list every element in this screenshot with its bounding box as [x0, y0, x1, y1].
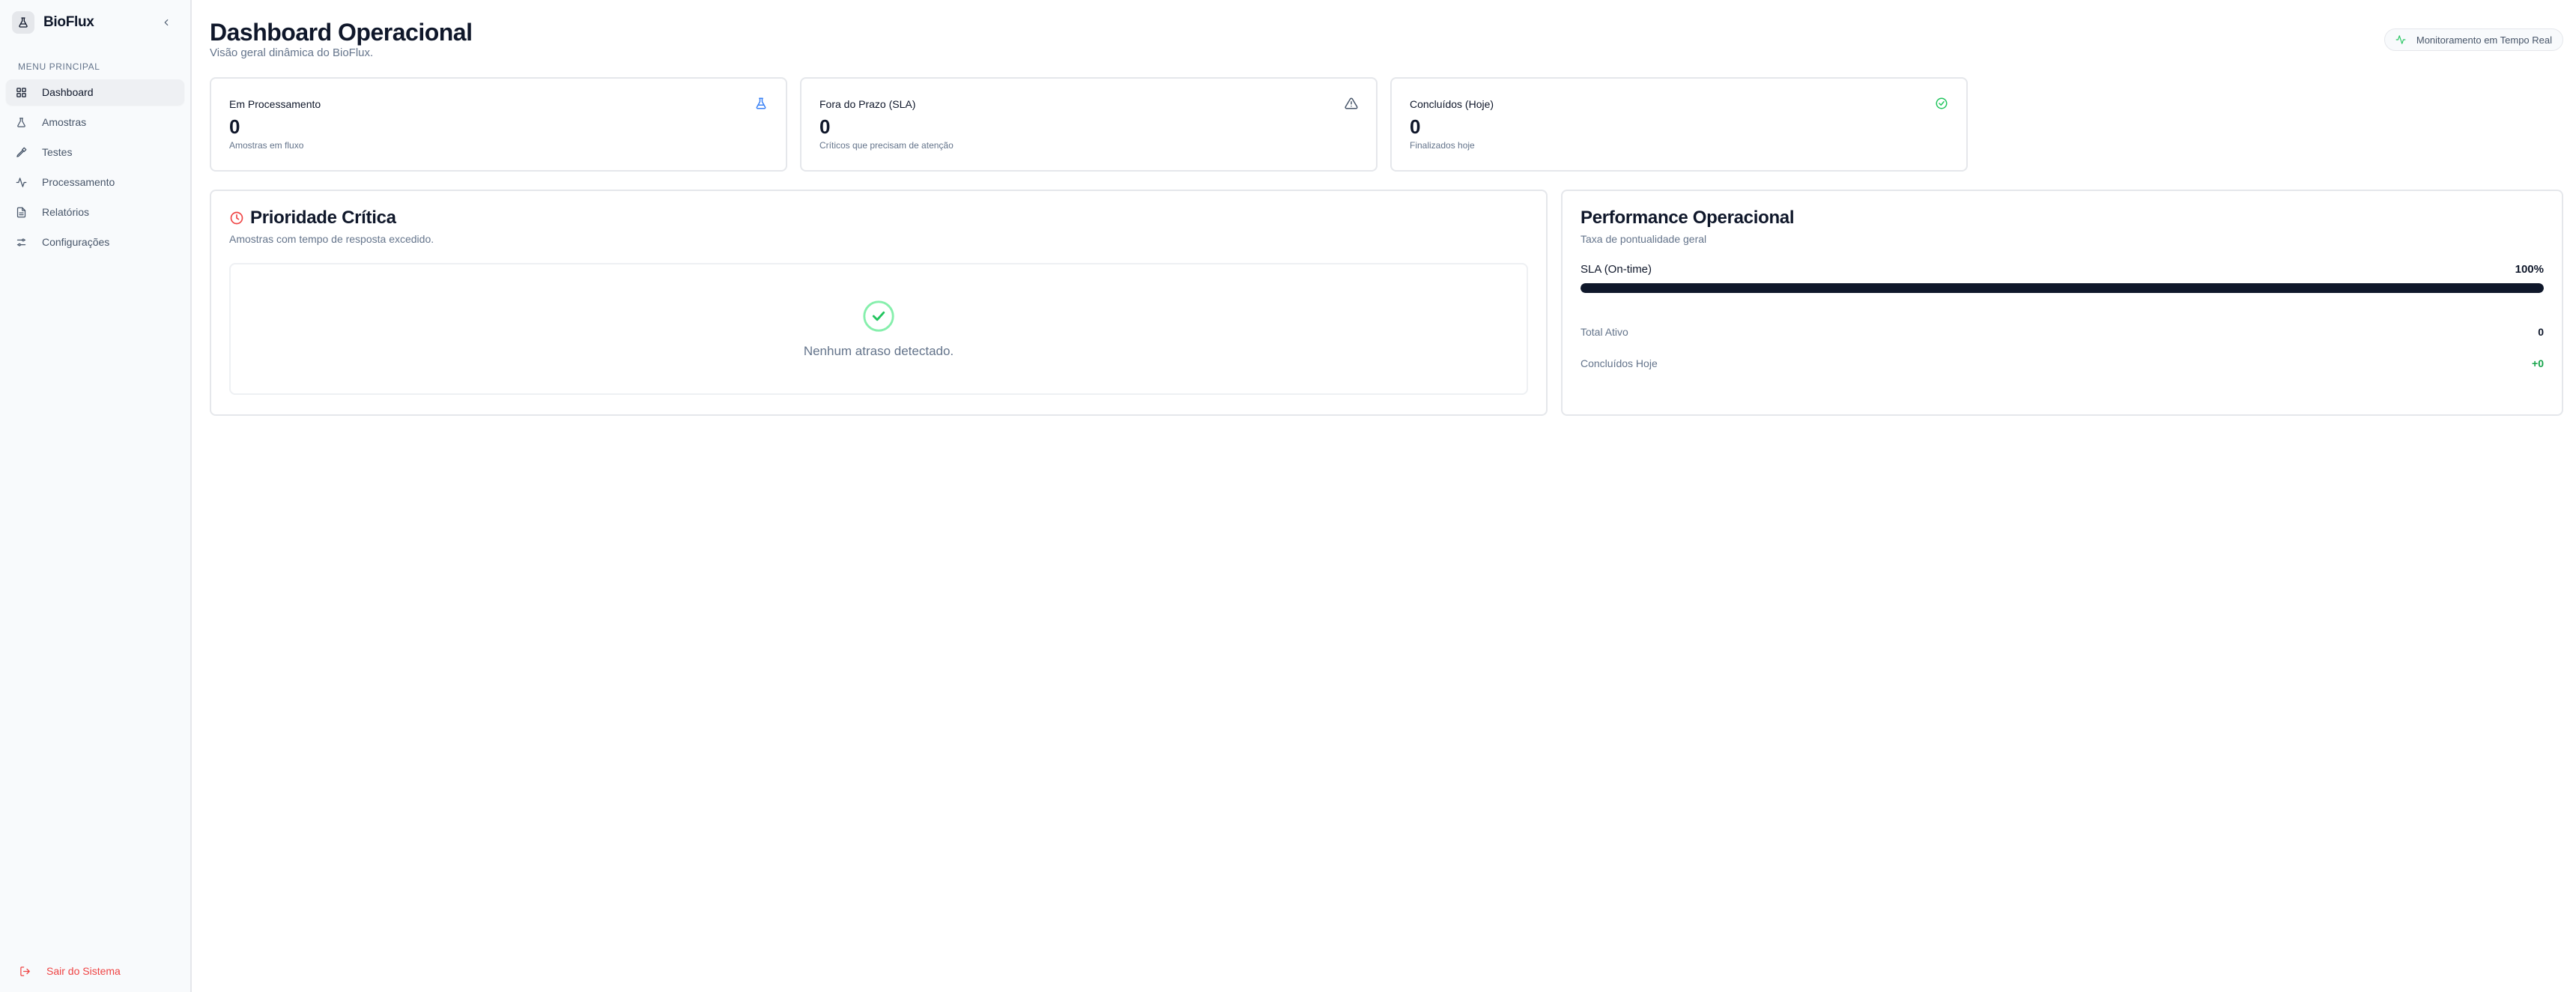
- report-icon: [15, 206, 27, 218]
- app-root: BioFlux MENU PRINCIPAL Dashboard Amostra…: [0, 0, 2576, 992]
- flask-icon: [12, 11, 34, 34]
- panels-row: Prioridade Crítica Amostras com tempo de…: [210, 190, 2563, 416]
- live-badge-label: Monitoramento em Tempo Real: [2416, 34, 2552, 46]
- empty-state-text: Nenhum atraso detectado.: [803, 344, 954, 358]
- critical-subtitle: Amostras com tempo de resposta excedido.: [229, 233, 434, 245]
- panel-title: Prioridade Crítica: [229, 208, 1528, 229]
- stat-value: 0: [1410, 115, 1421, 138]
- sidebar-item-label: Testes: [42, 146, 73, 158]
- sidebar-item-relatorios[interactable]: Relatórios: [6, 199, 184, 225]
- page-title: Dashboard Operacional: [210, 19, 473, 46]
- stat-title: Concluídos (Hoje): [1410, 98, 1494, 110]
- empty-state: Nenhum atraso detectado.: [229, 263, 1528, 395]
- stat-description: Finalizados hoje: [1410, 140, 1475, 151]
- metric-label: Concluídos Hoje: [1581, 357, 1658, 369]
- stat-card-overdue: Fora do Prazo (SLA) 0 Críticos que preci…: [800, 77, 1378, 172]
- sidebar-item-label: Relatórios: [42, 206, 90, 218]
- live-monitoring-badge: Monitoramento em Tempo Real: [2383, 28, 2563, 51]
- stat-description: Amostras em fluxo: [229, 140, 304, 151]
- metric-value: +0: [2532, 357, 2544, 369]
- critical-title: Prioridade Crítica: [250, 208, 396, 228]
- sla-value: 100%: [2515, 263, 2544, 276]
- check-circle-icon: [1935, 97, 1948, 110]
- metric-value: 0: [2538, 326, 2544, 338]
- sidebar-item-label: Configurações: [42, 236, 110, 248]
- chevron-left-icon: [164, 19, 169, 26]
- sidebar-item-label: Processamento: [42, 176, 115, 188]
- stat-description: Críticos que precisam de atenção: [819, 140, 954, 151]
- logout-button[interactable]: Sair do Sistema: [19, 965, 121, 977]
- critical-priority-panel: Prioridade Crítica Amostras com tempo de…: [210, 190, 1548, 416]
- sidebar-item-amostras[interactable]: Amostras: [6, 109, 184, 135]
- performance-title: Performance Operacional: [1581, 208, 1795, 228]
- sla-progress-fill: [1581, 283, 2544, 293]
- menu-section-label: MENU PRINCIPAL: [18, 61, 100, 72]
- sidebar-item-dashboard[interactable]: Dashboard: [6, 79, 184, 105]
- sla-label: SLA (On-time): [1581, 263, 1652, 276]
- stat-title: Em Processamento: [229, 98, 321, 110]
- page-header: Dashboard Operacional Visão geral dinâmi…: [210, 19, 2563, 59]
- sliders-icon: [15, 236, 27, 248]
- metric-completed-today: Concluídos Hoje +0: [1581, 357, 2544, 369]
- main-content: Dashboard Operacional Visão geral dinâmi…: [192, 0, 2576, 992]
- activity-icon: [2395, 34, 2406, 45]
- panel-title: Performance Operacional: [1581, 208, 2544, 229]
- page-subtitle: Visão geral dinâmica do BioFlux.: [210, 46, 374, 59]
- stat-card-completed: Concluídos (Hoje) 0 Finalizados hoje: [1390, 77, 1968, 172]
- stats-row: Em Processamento 0 Amostras em fluxo For…: [210, 77, 2563, 172]
- sidebar-item-label: Amostras: [42, 116, 87, 128]
- sidebar-item-testes[interactable]: Testes: [6, 139, 184, 165]
- logout-icon: [19, 965, 31, 977]
- stat-value: 0: [819, 115, 831, 138]
- stat-value: 0: [229, 115, 240, 138]
- sidebar-item-processamento[interactable]: Processamento: [6, 169, 184, 195]
- brand-name: BioFlux: [43, 14, 94, 30]
- performance-panel: Performance Operacional Taxa de pontuali…: [1561, 190, 2563, 416]
- sla-row: SLA (On-time) 100%: [1581, 263, 2544, 276]
- sidebar-nav: Dashboard Amostras Testes Processamento: [0, 79, 190, 255]
- flask-icon: [15, 116, 27, 128]
- warning-icon: [1345, 97, 1358, 110]
- metric-total-active: Total Ativo 0: [1581, 326, 2544, 338]
- sidebar: BioFlux MENU PRINCIPAL Dashboard Amostra…: [0, 0, 192, 992]
- pipette-icon: [15, 146, 27, 158]
- flask-icon: [754, 97, 768, 110]
- stat-card-processing: Em Processamento 0 Amostras em fluxo: [210, 77, 787, 172]
- dashboard-icon: [15, 86, 27, 98]
- performance-subtitle: Taxa de pontualidade geral: [1581, 233, 1707, 245]
- sidebar-item-configuracoes[interactable]: Configurações: [6, 229, 184, 255]
- collapse-sidebar-button[interactable]: [159, 15, 174, 30]
- logout-label: Sair do Sistema: [46, 965, 121, 977]
- sla-progress-bar: [1581, 283, 2544, 293]
- sidebar-item-label: Dashboard: [42, 86, 94, 98]
- metric-label: Total Ativo: [1581, 326, 1628, 338]
- stat-title: Fora do Prazo (SLA): [819, 98, 916, 110]
- clock-icon: [229, 211, 244, 226]
- check-circle-icon: [863, 300, 894, 332]
- activity-icon: [15, 176, 27, 188]
